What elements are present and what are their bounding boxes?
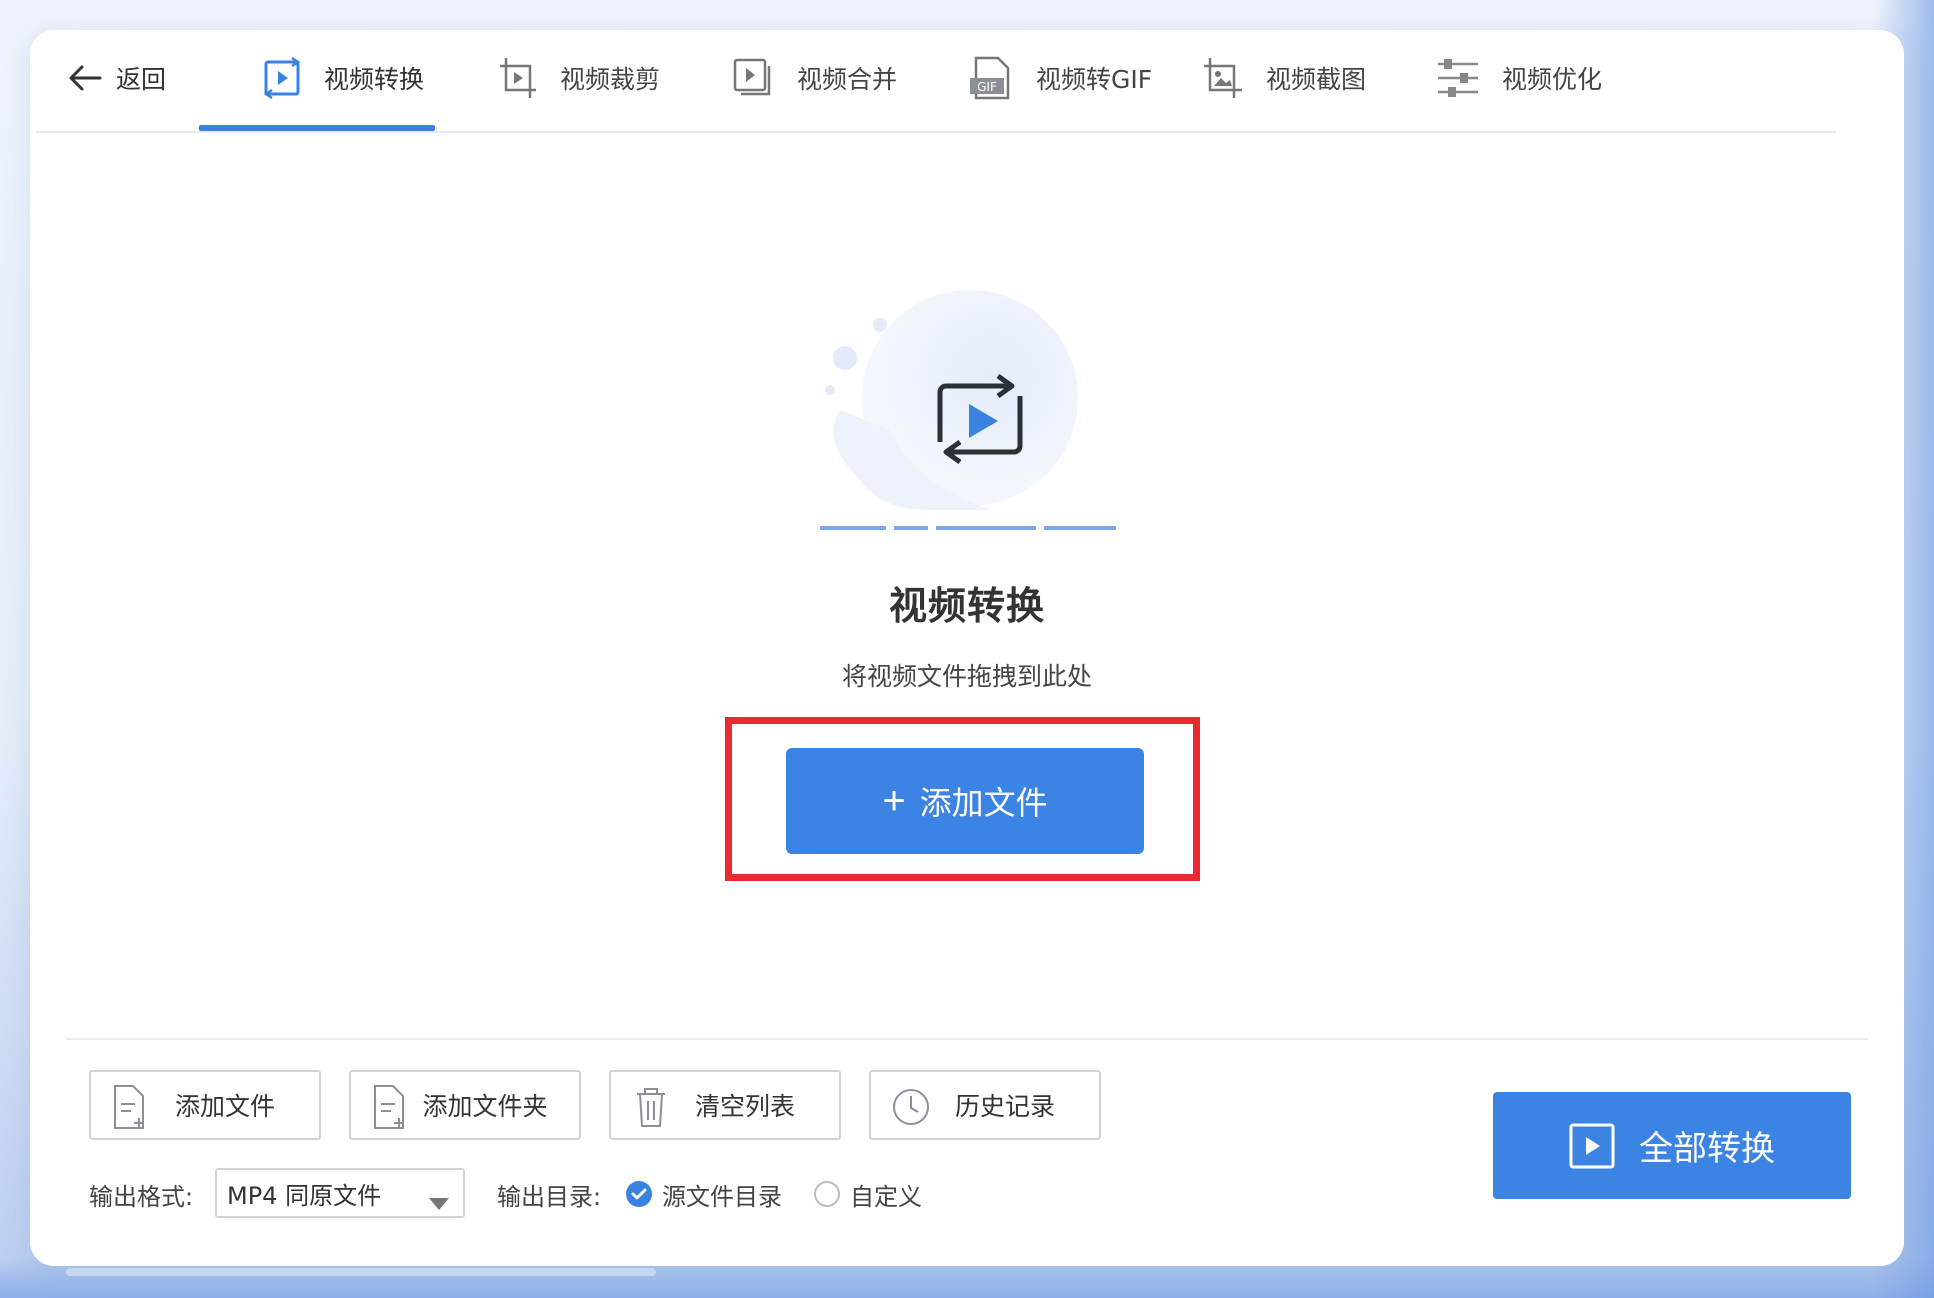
tool-label: 历史记录 (954, 1092, 1055, 1121)
plus-icon: + (882, 779, 906, 823)
tab-video-merge[interactable]: 视频合并 (733, 48, 897, 108)
tool-label: 添加文件夹 (422, 1092, 548, 1121)
tab-video-crop[interactable]: 视频裁剪 (498, 48, 660, 108)
clear-list-button[interactable]: 清空列表 (609, 1070, 841, 1140)
chevron-down-icon (429, 1188, 449, 1216)
source-dir-label: 源文件目录 (662, 1182, 782, 1211)
page-title: 视频转换 (888, 584, 1045, 628)
active-tab-indicator (199, 125, 435, 131)
add-file-label: 添加文件 (919, 785, 1048, 821)
tab-video-convert[interactable]: 视频转换 (262, 48, 424, 108)
history-button[interactable]: 历史记录 (869, 1070, 1101, 1140)
tab-label: 视频转GIF (1036, 65, 1153, 94)
output-format-label: 输出格式: (89, 1182, 194, 1211)
tab-label: 视频截图 (1266, 65, 1367, 94)
radio-custom-dir[interactable] (814, 1181, 840, 1207)
hero-illustration (790, 280, 1140, 540)
custom-dir-label: 自定义 (850, 1182, 922, 1211)
add-file-button[interactable]: + 添加文件 (786, 748, 1144, 854)
tab-video-screenshot[interactable]: 视频截图 (1202, 48, 1366, 108)
tab-label: 视频转换 (324, 65, 425, 94)
tab-bar: 返回 视频转换 视频裁剪 视频合并 GIF 视频转GIF 视频截图 视频优化 (36, 36, 1836, 133)
screenshot-icon (1202, 56, 1244, 100)
svg-text:GIF: GIF (977, 80, 997, 94)
convert-all-label: 全部转换 (1639, 1129, 1775, 1169)
gif-icon: GIF (968, 56, 1014, 100)
divider (66, 1038, 1868, 1040)
back-label: 返回 (116, 65, 167, 94)
play-icon (1569, 1123, 1615, 1169)
radio-source-dir[interactable] (626, 1181, 652, 1207)
tab-label: 视频合并 (797, 65, 898, 94)
drop-hint: 将视频文件拖拽到此处 (841, 662, 1092, 691)
video-crop-icon (498, 56, 538, 100)
output-format-value: MP4 同原文件 (227, 1181, 382, 1210)
tool-label: 清空列表 (694, 1092, 795, 1121)
tab-video-optimize[interactable]: 视频优化 (1436, 48, 1602, 108)
video-convert-icon (262, 56, 302, 100)
video-merge-icon (733, 56, 775, 100)
sliders-icon (1436, 56, 1480, 100)
tab-label: 视频优化 (1502, 65, 1603, 94)
arrow-left-icon (68, 63, 102, 93)
convert-all-button[interactable]: 全部转换 (1493, 1092, 1851, 1199)
scrollbar[interactable] (66, 1268, 656, 1276)
tool-label: 添加文件 (174, 1092, 275, 1121)
tab-label: 视频裁剪 (560, 65, 661, 94)
output-format-select[interactable]: MP4 同原文件 (215, 1168, 465, 1218)
add-file-tool-button[interactable]: 添加文件 (89, 1070, 321, 1140)
output-dir-label: 输出目录: (497, 1182, 602, 1211)
add-folder-button[interactable]: 添加文件夹 (349, 1070, 581, 1140)
check-icon (631, 1188, 647, 1200)
tab-video-to-gif[interactable]: GIF 视频转GIF (968, 48, 1152, 108)
back-button[interactable]: 返回 (68, 56, 166, 100)
